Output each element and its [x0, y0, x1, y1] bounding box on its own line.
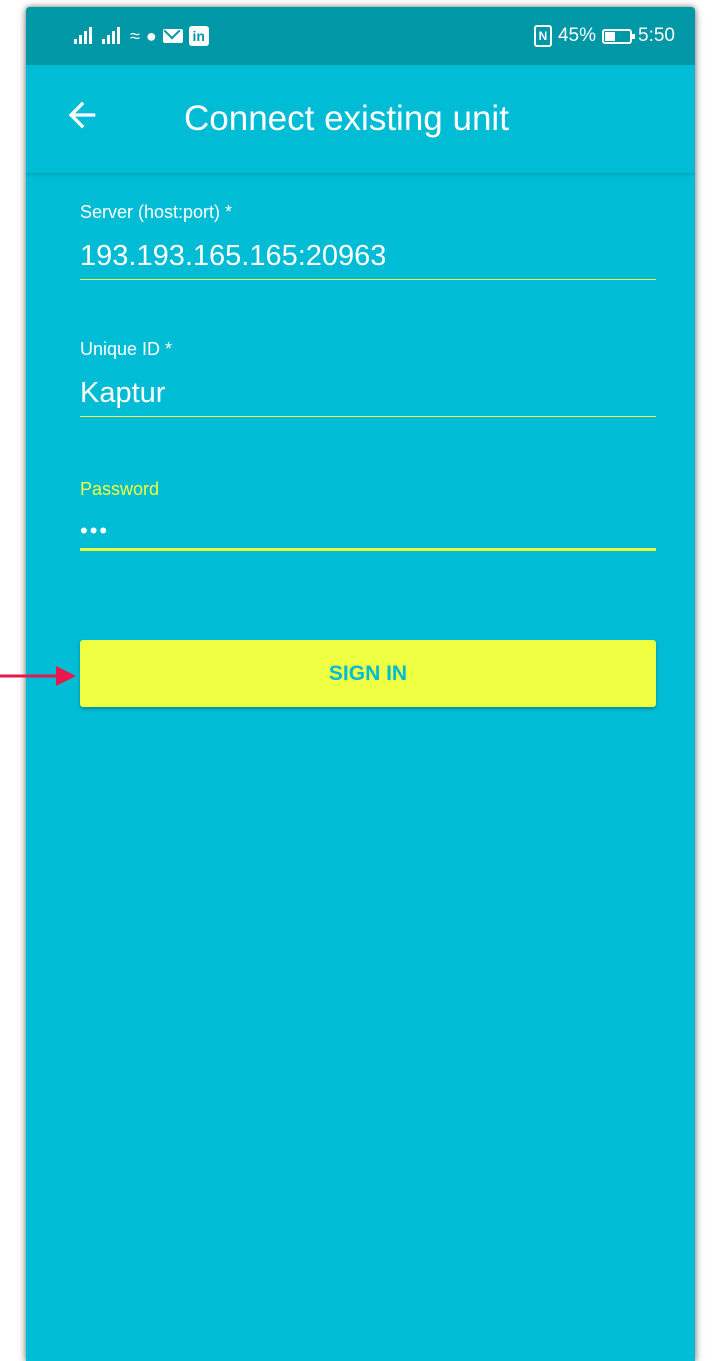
unique-id-label: Unique ID *	[80, 339, 173, 359]
server-field[interactable]: Server (host:port) * 193.193.165.165:209…	[80, 201, 656, 280]
notification-icon: ●	[145, 26, 157, 46]
annotation-arrow-icon	[0, 666, 76, 686]
phone-screen: ≈ ● in N 45% 5:50 Connect existing unit …	[26, 7, 695, 1361]
clock: 5:50	[638, 25, 675, 46]
status-bar: ≈ ● in N 45% 5:50	[26, 7, 695, 65]
server-label: Server (host:port) *	[80, 202, 233, 222]
unique-id-field[interactable]: Unique ID * Kaptur	[80, 338, 656, 417]
linkedin-icon: in	[188, 26, 209, 46]
app-bar: Connect existing unit	[26, 65, 695, 173]
password-underline	[80, 548, 656, 551]
signal-icon	[102, 26, 124, 46]
nfc-icon: N	[533, 25, 552, 47]
mail-icon	[162, 29, 183, 43]
battery-percent: 45%	[557, 25, 597, 46]
server-underline	[80, 279, 656, 280]
status-icons-right: N 45% 5:50	[533, 23, 675, 49]
unique-id-input[interactable]: Kaptur	[80, 374, 656, 412]
password-input[interactable]: •••	[80, 518, 656, 544]
signal-icon	[74, 26, 96, 46]
unique-id-underline	[80, 416, 656, 417]
server-input[interactable]: 193.193.165.165:20963	[80, 237, 656, 275]
password-field[interactable]: Password •••	[80, 478, 656, 551]
battery-icon	[602, 28, 636, 44]
page-title: Connect existing unit	[184, 99, 509, 138]
password-label: Password	[80, 479, 160, 499]
sign-in-button[interactable]: SIGN IN	[80, 640, 656, 707]
back-arrow-icon[interactable]	[62, 95, 102, 135]
status-icons-left: ≈ ● in	[74, 25, 209, 47]
wifi-icon: ≈	[130, 26, 140, 46]
